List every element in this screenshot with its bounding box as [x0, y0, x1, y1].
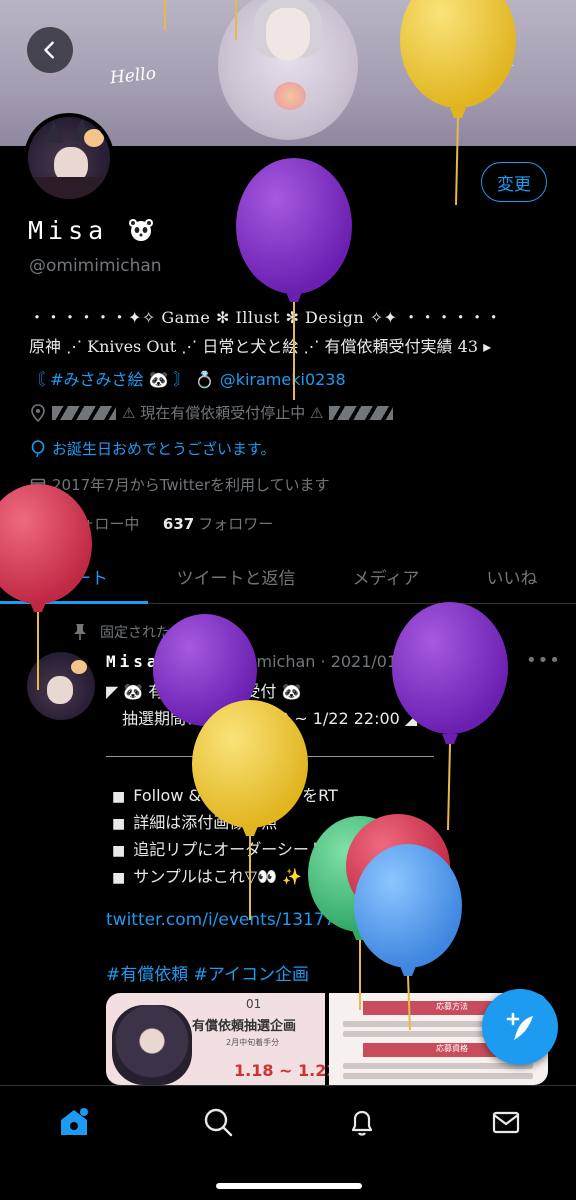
nav-messages[interactable]	[484, 1100, 528, 1144]
nav-notifications[interactable]	[340, 1100, 384, 1144]
birthday-text: お誕生日おめでとうございます。	[52, 440, 276, 458]
tweet-bullet-list: Follow & このツイートをRT 詳細は添付画像参照 追記リプにオーダーシー…	[112, 783, 338, 891]
list-item: 詳細は添付画像参照	[112, 810, 338, 837]
banner-illustration	[218, 0, 358, 140]
tweet-dot: ·	[320, 652, 326, 671]
followers-count: 637	[162, 515, 195, 533]
tweet-divider	[106, 756, 434, 757]
profile-location: ⚠ 現在有償依頼受付停止中 ⚠	[30, 402, 394, 423]
decor-stripes	[329, 405, 394, 420]
decor-stripes	[52, 405, 116, 420]
tweet-avatar[interactable]	[27, 652, 95, 720]
following-count: 150	[29, 515, 61, 533]
profile-name-text: Misa	[28, 216, 109, 245]
media-date: 1.18 ~ 1.22	[234, 1061, 338, 1080]
tweet-author-name[interactable]: Misa	[106, 652, 161, 671]
list-item: 追記リプにオーダーシート	[112, 837, 338, 864]
bio-line: 原神 ⋰ Knives Out ⋰ 日常と犬と絵 ⋰ 有償依頼受付実績 43 ▸	[29, 337, 492, 356]
list-item: Follow & このツイートをRT	[112, 783, 338, 810]
pinned-label: 固定されたツイート	[72, 622, 226, 642]
location-pin-icon	[31, 403, 45, 422]
mail-icon	[492, 1111, 520, 1134]
media-subtitle: 2月中旬着手分	[226, 1038, 280, 1047]
profile-birthday: お誕生日おめでとうございます。	[30, 438, 276, 459]
home-icon	[61, 1108, 88, 1135]
tweet-date[interactable]: 2021/01/18	[331, 652, 423, 671]
pinned-text: 固定されたツイート	[100, 625, 226, 641]
tweet-hashtags[interactable]: #有償依頼 #アイコン企画	[106, 960, 309, 985]
tab-likes[interactable]: いいね	[448, 550, 576, 603]
tweet-text-line: ◤ 🐼 有償依頼抽選受付 🐼	[106, 682, 302, 701]
panda-icon: 🐼	[165, 652, 186, 671]
tweet-text-line: 抽選期間：1/18 22:00 ~ 1/22 22:00 ◢	[122, 709, 418, 728]
back-button[interactable]	[27, 27, 73, 73]
profile-joined: 2017年7月からTwitterを利用しています	[30, 474, 330, 495]
bell-icon	[351, 1110, 373, 1136]
profile-name: Misa	[28, 216, 154, 245]
followers-label: フォロワー	[198, 515, 274, 533]
following-link[interactable]: 150 フォロー中	[29, 515, 144, 533]
followers-link[interactable]: 637 フォロワー	[163, 515, 273, 533]
tweet-media[interactable]: 01 有償依頼抽選企画 2月中旬着手分 1.18 ~ 1.22 応募方法 応募資…	[106, 993, 548, 1085]
home-indicator	[216, 1183, 362, 1189]
balloon-icon	[31, 439, 45, 457]
media-number: 01	[246, 997, 262, 1011]
ring-icon: 💍	[194, 370, 215, 389]
compose-tweet-button[interactable]	[482, 989, 558, 1065]
banner-signature: Omimichan	[410, 50, 515, 71]
calendar-icon	[30, 478, 46, 492]
nav-search[interactable]	[196, 1100, 240, 1144]
tweet-link[interactable]: twitter.com/i/events/13177...	[106, 910, 352, 930]
feather-plus-icon	[506, 1012, 533, 1040]
bio-line: ・・・・・・✦✧ Game ✻ Illust ✻ Design ✧✦ ・・・・・…	[29, 308, 503, 327]
pin-icon	[74, 624, 86, 640]
media-image-left[interactable]: 01 有償依頼抽選企画 2月中旬着手分 1.18 ~ 1.22	[106, 993, 338, 1085]
following-label: フォロー中	[64, 515, 140, 533]
more-options-icon[interactable]: •••	[526, 650, 561, 671]
bio-mention-link[interactable]: @kirameki0238	[220, 370, 346, 389]
tab-media[interactable]: メディア	[324, 550, 448, 603]
profile-tabs: ツイート ツイートと返信 メディア いいね	[0, 550, 576, 604]
tab-tweets-and-replies[interactable]: ツイートと返信	[148, 550, 324, 603]
edit-profile-button[interactable]: 変更	[481, 162, 547, 202]
tab-tweets[interactable]: ツイート	[0, 550, 148, 604]
bio-line: 〘 #みさみさ絵 🐼 〙 💍 @kirameki0238	[29, 366, 346, 390]
tweet-author-handle: @omimimichan	[190, 652, 316, 671]
search-icon	[204, 1108, 233, 1137]
media-title: 有償依頼抽選企画	[192, 1019, 297, 1034]
profile-avatar[interactable]	[24, 113, 114, 203]
nav-home[interactable]	[52, 1100, 96, 1144]
profile-handle: @omimimichan	[29, 256, 162, 276]
banner-hello-text: Hello	[109, 63, 157, 89]
balloon-red	[346, 814, 450, 918]
tweet-header: Misa 🐼 @omimimichan · 2021/01/18	[106, 652, 423, 671]
joined-text: 2017年7月からTwitterを利用しています	[52, 476, 330, 494]
panda-icon	[129, 219, 154, 241]
bio-hashtag-link[interactable]: 〘 #みさみさ絵 🐼 〙	[29, 370, 190, 389]
balloon-purple	[236, 158, 352, 400]
chevron-left-icon	[44, 41, 54, 59]
list-item: サンプルはこれ▽👀 ✨	[112, 864, 338, 891]
follow-stats: 150 フォロー中 637 フォロワー	[29, 513, 273, 534]
location-text: ⚠ 現在有償依頼受付停止中 ⚠	[122, 404, 324, 422]
